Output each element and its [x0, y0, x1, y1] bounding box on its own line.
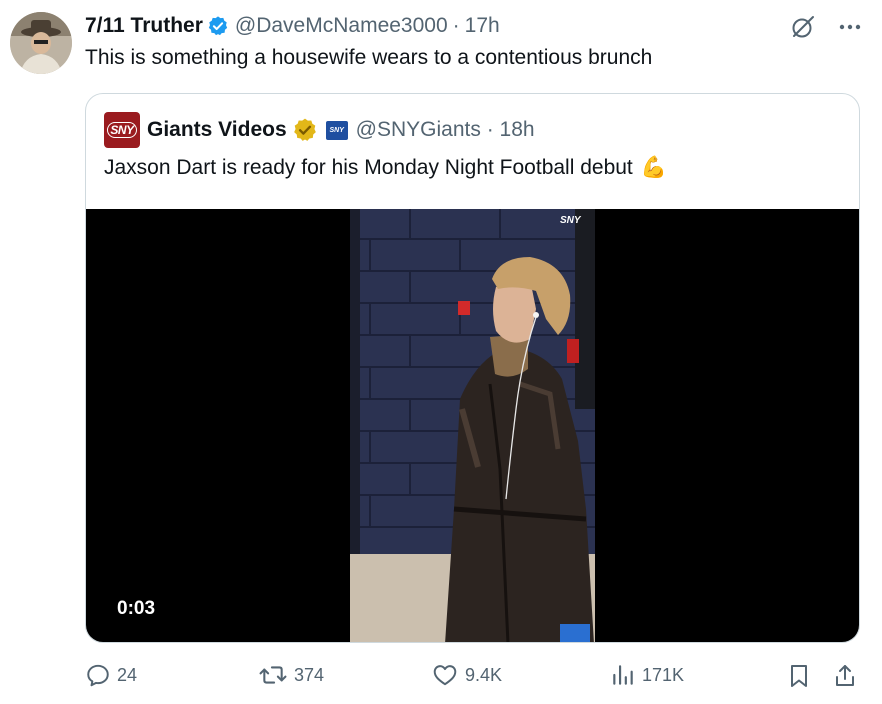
views-count: 171K [642, 664, 685, 685]
video-duration: 0:03 [117, 598, 156, 619]
quoted-separator: · [480, 118, 500, 141]
share-icon [836, 665, 854, 686]
repost-icon [259, 666, 287, 684]
like-count: 9.4K [465, 664, 503, 685]
sny-affiliate-icon: SNY [325, 120, 348, 140]
like-button[interactable]: 9.4K [431, 662, 502, 688]
sny-logo-text: SNY [107, 122, 137, 138]
quoted-header: SNY Giants Videos SNY @SNYGiants · 18h [104, 112, 535, 148]
video-player[interactable]: SNY 0:03 [86, 209, 859, 642]
share-button[interactable] [833, 662, 857, 690]
avatar-image [10, 12, 72, 74]
author-name[interactable]: 7/11 Truther [85, 14, 203, 38]
sny-logo-icon[interactable]: SNY [104, 112, 140, 148]
top-right-controls [790, 14, 862, 40]
action-bar: 24 374 9.4K 171K [85, 662, 865, 694]
author-handle[interactable]: @DaveMcNamee3000 [235, 14, 448, 38]
reply-count: 24 [117, 664, 138, 685]
quoted-tweet[interactable]: SNY Giants Videos SNY @SNYGiants · 18h J… [85, 93, 860, 643]
grok-icon[interactable] [790, 14, 816, 40]
like-icon [433, 665, 457, 686]
video-watermark: SNY [560, 215, 582, 226]
mini-logo-text: SNY [329, 126, 344, 134]
more-icon[interactable] [838, 23, 862, 31]
flexed-biceps-emoji: 💪 [640, 156, 667, 179]
reply-button[interactable]: 24 [85, 662, 137, 688]
quoted-handle[interactable]: @SNYGiants [356, 118, 481, 142]
reply-icon [87, 664, 109, 687]
repost-button[interactable]: 374 [258, 662, 324, 688]
timestamp[interactable]: 17h [465, 14, 500, 38]
quoted-author-name[interactable]: Giants Videos [147, 118, 287, 142]
quoted-timestamp[interactable]: 18h [500, 118, 535, 142]
tweet-header: 7/11 Truther @DaveMcNamee3000 · 17h [85, 12, 500, 40]
quoted-text: Jaxson Dart is ready for his Monday Nigh… [104, 156, 633, 179]
bookmark-icon [791, 665, 807, 687]
views-icon [613, 665, 633, 685]
repost-count: 374 [294, 664, 325, 685]
verified-badge-icon [208, 16, 228, 36]
gold-verified-badge-icon [293, 118, 316, 141]
quoted-text-line: Jaxson Dart is ready for his Monday Nigh… [104, 156, 667, 180]
video-frame: SNY [350, 209, 595, 642]
separator-dot: · [452, 14, 460, 37]
views-button[interactable]: 171K [610, 662, 684, 688]
avatar[interactable] [10, 12, 72, 74]
bookmark-button[interactable] [787, 662, 811, 690]
tweet-text: This is something a housewife wears to a… [85, 46, 653, 69]
